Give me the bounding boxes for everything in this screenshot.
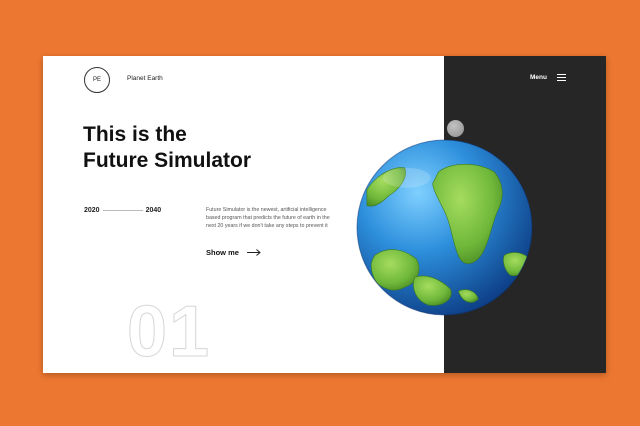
title-line-2: Future Simulator <box>83 149 252 172</box>
moon-illustration <box>447 120 464 137</box>
arrow-right-icon <box>246 249 261 256</box>
description: Future Simulator is the newest, artifici… <box>206 207 330 229</box>
year-divider <box>102 210 143 211</box>
year-start: 2020 <box>84 207 100 214</box>
logo[interactable]: PE <box>84 67 110 93</box>
show-me-label: Show me <box>206 248 239 257</box>
menu-button[interactable]: Menu <box>530 74 566 81</box>
hero-card: PE Planet Earth Menu This is the Future … <box>43 56 606 373</box>
menu-label: Menu <box>530 74 547 81</box>
page-title: This is the Future Simulator <box>83 122 323 174</box>
year-range: 2020 2040 <box>84 207 161 214</box>
title-line-1: This is the <box>83 123 187 146</box>
show-me-button[interactable]: Show me <box>206 248 261 257</box>
hamburger-icon <box>556 74 566 81</box>
logo-initials: PE <box>92 77 101 83</box>
year-end: 2040 <box>145 207 162 214</box>
brand-name[interactable]: Planet Earth <box>127 75 163 82</box>
slide-number: 01 <box>126 292 212 372</box>
globe-illustration <box>356 139 533 316</box>
